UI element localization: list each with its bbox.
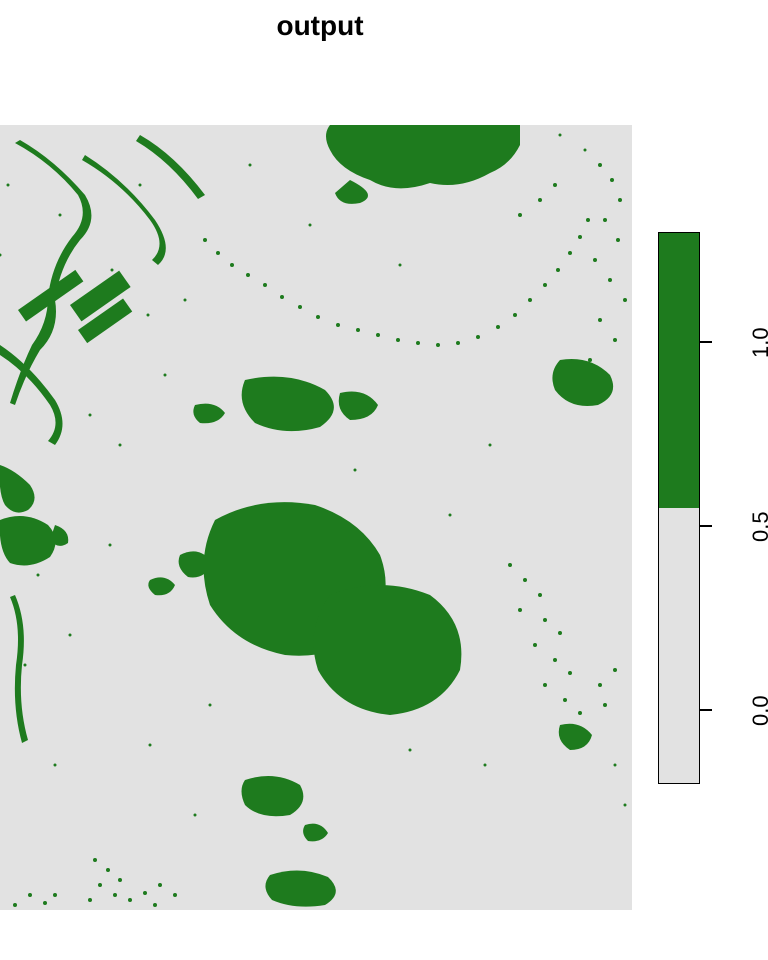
legend-tick	[700, 709, 712, 711]
legend-colorbar	[658, 232, 700, 784]
legend-ticks	[700, 232, 712, 784]
legend-tick-label: 0.0	[748, 695, 768, 726]
legend-tick	[700, 525, 712, 527]
legend-tick-label: 1.0	[748, 327, 768, 358]
legend-labels: 1.0 0.5 0.0	[720, 232, 760, 784]
legend-tick-label: 0.5	[748, 511, 768, 542]
raster-plot	[0, 125, 632, 910]
chart-title: output	[0, 10, 640, 42]
legend-tick	[700, 341, 712, 343]
